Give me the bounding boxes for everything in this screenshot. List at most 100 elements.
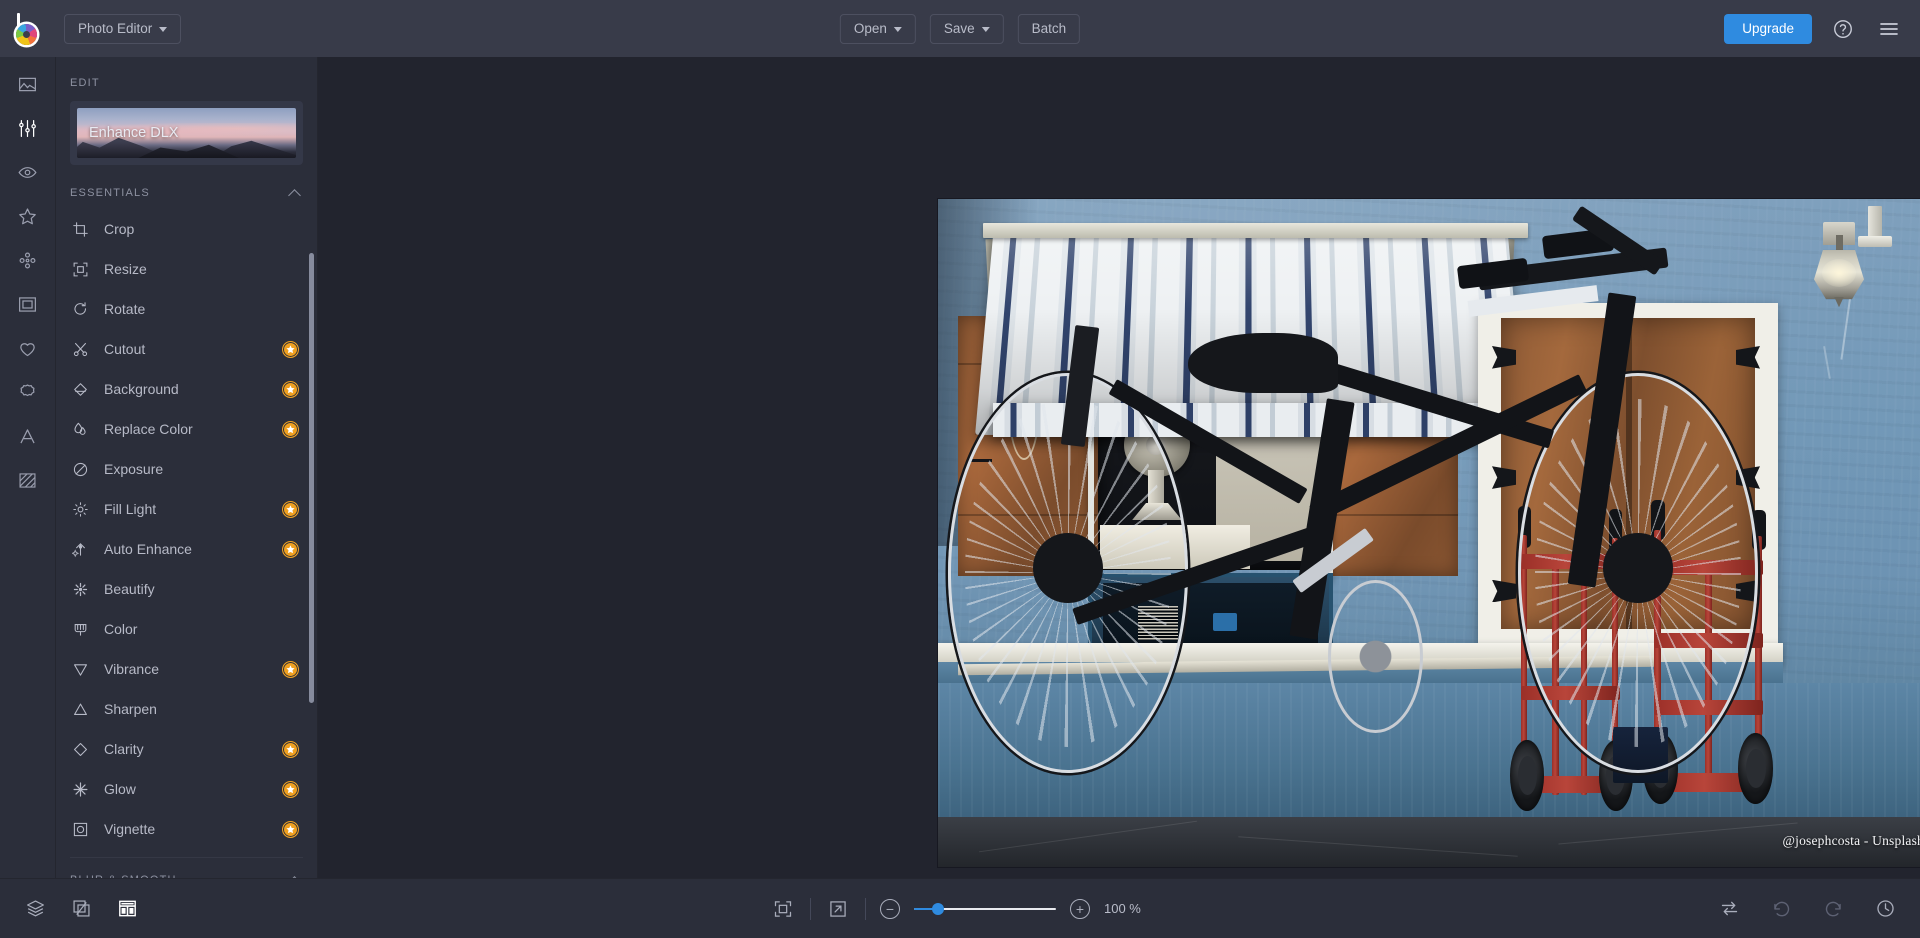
panel-scrollbar[interactable]	[309, 253, 314, 703]
panel-title: EDIT	[70, 77, 100, 89]
tool-row-clarity[interactable]: Clarity	[56, 729, 317, 769]
clarity-icon	[70, 739, 90, 759]
compare-original-button[interactable]	[1716, 896, 1742, 922]
app-switcher-button[interactable]: Photo Editor	[64, 13, 182, 44]
tool-row-fill-light[interactable]: Fill Light	[56, 489, 317, 529]
pro-badge	[282, 820, 299, 838]
open-button-label: Open	[853, 21, 887, 36]
upgrade-button[interactable]: Upgrade	[1724, 13, 1812, 44]
footer-left-tools	[22, 896, 140, 922]
tool-row-vignette[interactable]: Vignette	[56, 809, 317, 849]
tool-row-resize[interactable]: Resize	[56, 249, 317, 289]
rail-item-photo[interactable]	[7, 67, 49, 101]
tool-row-beautify[interactable]: Beautify	[56, 569, 317, 609]
tool-row-glow[interactable]: Glow	[56, 769, 317, 809]
pro-badge	[282, 540, 299, 558]
rail-item-edit[interactable]	[7, 111, 49, 145]
save-button[interactable]: Save	[929, 13, 1004, 44]
question-circle-icon	[1834, 19, 1852, 38]
help-button[interactable]	[1828, 14, 1858, 44]
section-header-blur-smooth[interactable]: BLUR & SMOOTH	[56, 858, 317, 878]
rail-item-text[interactable]	[7, 419, 49, 453]
tool-label-vibrance: Vibrance	[104, 661, 160, 677]
tool-label-beautify: Beautify	[104, 581, 155, 597]
edit-panel-scroll: EDIT Enhance DLX ESSENTIALS Crop Resize …	[56, 57, 317, 878]
bicycle-chainring	[1328, 579, 1423, 734]
tool-row-background[interactable]: Background	[56, 369, 317, 409]
history-button[interactable]	[1872, 896, 1898, 922]
color-icon	[70, 619, 90, 639]
zoom-slider-fill	[914, 907, 934, 910]
beautify-icon	[70, 579, 90, 599]
tool-row-exposure[interactable]: Exposure	[56, 449, 317, 489]
panel-layout-button[interactable]	[114, 896, 140, 922]
auto-enhance-icon	[70, 539, 90, 559]
fullscreen-button[interactable]	[825, 896, 851, 922]
tool-row-rotate[interactable]: Rotate	[56, 289, 317, 329]
open-button[interactable]: Open	[839, 13, 916, 44]
chevron-down-icon	[981, 27, 990, 32]
star-icon	[19, 207, 36, 224]
zoom-slider[interactable]	[914, 900, 1056, 918]
resize-icon	[70, 259, 90, 279]
layers-icon	[26, 900, 44, 917]
fullscreen-icon	[830, 900, 846, 917]
rail-item-touchup[interactable]	[7, 243, 49, 277]
rail-item-overlays[interactable]	[7, 331, 49, 365]
tool-label-rotate: Rotate	[104, 301, 146, 317]
section-title-essentials: ESSENTIALS	[70, 187, 150, 199]
tool-row-cutout[interactable]: Cutout	[56, 329, 317, 369]
enhance-dlx-card[interactable]: Enhance DLX	[70, 101, 303, 165]
tool-label-resize: Resize	[104, 261, 147, 277]
eye-icon	[18, 166, 37, 178]
enhance-dlx-thumbnail: Enhance DLX	[77, 108, 296, 158]
rail-item-frames[interactable]	[7, 287, 49, 321]
tool-row-sharpen[interactable]: Sharpen	[56, 689, 317, 729]
frame-icon	[19, 296, 36, 312]
fit-to-screen-button[interactable]	[770, 896, 796, 922]
befunky-logo-icon	[11, 12, 45, 46]
compare-overlay-icon	[72, 900, 90, 917]
undo-icon	[1773, 901, 1789, 917]
tool-row-vibrance[interactable]: Vibrance	[56, 649, 317, 689]
app-logo[interactable]	[0, 0, 56, 57]
tool-row-replace-color[interactable]: Replace Color	[56, 409, 317, 449]
glow-icon	[70, 779, 90, 799]
tool-row-auto-enhance[interactable]: Auto Enhance	[56, 529, 317, 569]
tool-label-cutout: Cutout	[104, 341, 146, 357]
divider	[865, 897, 866, 920]
tool-label-replace-color: Replace Color	[104, 421, 193, 437]
layers-button[interactable]	[22, 896, 48, 922]
zoom-slider-handle[interactable]	[931, 902, 944, 915]
tool-label-clarity: Clarity	[104, 741, 144, 757]
photo-canvas[interactable]: @josephcosta - Unsplash	[938, 199, 1920, 867]
tool-row-crop[interactable]: Crop	[56, 209, 317, 249]
zoom-in-button[interactable]: +	[1070, 898, 1090, 919]
batch-button[interactable]: Batch	[1017, 13, 1081, 44]
rail-item-effects[interactable]	[7, 155, 49, 189]
rail-item-textures[interactable]	[7, 463, 49, 497]
chevron-down-icon	[893, 27, 902, 32]
save-button-label: Save	[943, 21, 975, 36]
badge-icon	[20, 383, 35, 396]
undo-button[interactable]	[1768, 896, 1794, 922]
pro-badge	[282, 340, 299, 358]
footer-right-tools	[1716, 896, 1898, 922]
pro-badge	[282, 660, 299, 678]
redo-button[interactable]	[1820, 896, 1846, 922]
rail-item-graphics[interactable]	[7, 375, 49, 409]
compare-overlay-button[interactable]	[68, 896, 94, 922]
vibrance-icon	[70, 659, 90, 679]
section-header-essentials[interactable]: ESSENTIALS	[56, 171, 317, 209]
pro-badge	[282, 420, 299, 438]
zoom-out-button[interactable]: −	[880, 898, 900, 919]
canvas-area[interactable]: @josephcosta - Unsplash	[318, 57, 1920, 878]
rail-item-artsy[interactable]	[7, 199, 49, 233]
sharpen-icon	[70, 699, 90, 719]
tool-row-color[interactable]: Color	[56, 609, 317, 649]
pro-badge	[282, 380, 299, 398]
exposure-icon	[70, 459, 90, 479]
chevron-up-icon	[288, 188, 301, 202]
rear-hub	[1033, 533, 1103, 604]
main-menu-button[interactable]	[1874, 14, 1904, 44]
